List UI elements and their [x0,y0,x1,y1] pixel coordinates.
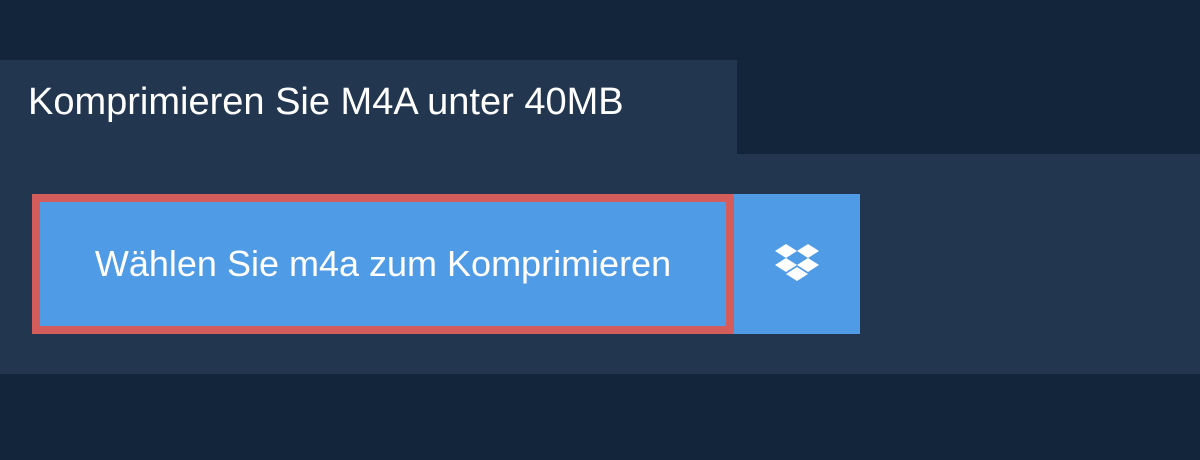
page-title: Komprimieren Sie M4A unter 40MB [28,81,624,123]
dropbox-button[interactable] [734,194,860,334]
choose-file-button[interactable]: Wählen Sie m4a zum Komprimieren [32,194,734,334]
dropbox-icon [775,242,819,287]
